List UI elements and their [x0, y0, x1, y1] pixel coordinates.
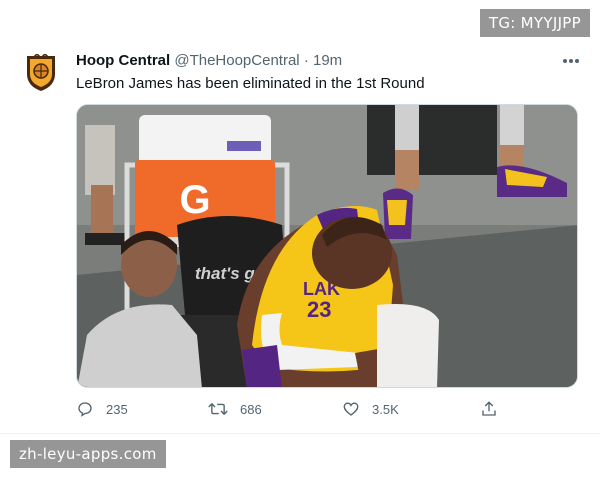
- tweet-timestamp[interactable]: 19m: [313, 52, 342, 69]
- reply-count: 235: [106, 401, 128, 417]
- author-handle[interactable]: @TheHoopCentral: [174, 52, 299, 69]
- share-button[interactable]: [480, 400, 510, 418]
- photo-lebron-bench: G that's g LAK 23: [77, 105, 577, 387]
- chair-slogan-text: that's g: [195, 264, 255, 283]
- tweet-actions-bar: 235 686 3.5K: [76, 400, 506, 422]
- more-dots-icon[interactable]: [562, 48, 580, 69]
- tweet-media-photo[interactable]: G that's g LAK 23: [76, 104, 578, 388]
- watermark-bottom: zh-leyu-apps.com: [10, 440, 166, 468]
- avatar[interactable]: [24, 52, 58, 92]
- tweet-text: LeBron James has been eliminated in the …: [76, 75, 425, 92]
- separator-dot: ·: [303, 52, 309, 69]
- watermark-top: TG: MYYJJPP: [479, 9, 590, 37]
- retweet-count: 686: [240, 401, 262, 417]
- jersey-number: 23: [307, 297, 331, 322]
- retweet-icon: [208, 403, 228, 415]
- like-button[interactable]: 3.5K: [342, 400, 399, 418]
- tweet-divider: [0, 433, 600, 434]
- heart-icon: [343, 402, 359, 416]
- hoop-central-logo-icon: [27, 52, 55, 91]
- like-count: 3.5K: [372, 401, 399, 417]
- tweet-header: Hoop Central @TheHoopCentral · 19m: [76, 52, 342, 69]
- retweet-button[interactable]: 686: [208, 400, 262, 418]
- reply-button[interactable]: 235: [76, 400, 128, 418]
- reply-icon: [78, 402, 92, 417]
- share-icon: [482, 401, 496, 416]
- gatorade-logo-text: G: [179, 178, 210, 222]
- author-name[interactable]: Hoop Central: [76, 52, 170, 69]
